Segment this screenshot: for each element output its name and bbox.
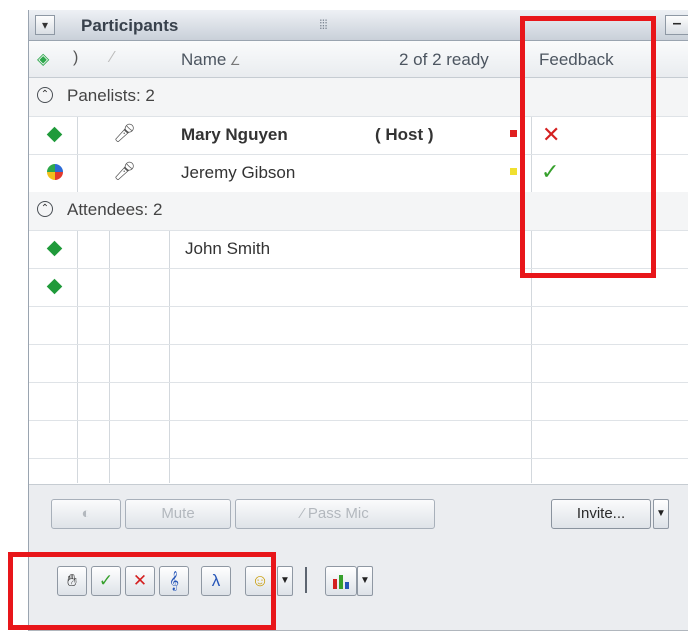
mute-button[interactable]: Mute <box>125 499 231 529</box>
microphone-icon: 🎤︎ <box>113 161 136 181</box>
emoticon-dropdown[interactable]: ▼ <box>277 566 293 596</box>
drag-grip-icon[interactable]: ⁞⁞⁞ <box>319 17 328 32</box>
poll-dropdown[interactable]: ▼ <box>357 566 373 596</box>
microphone-icon: 🎤︎ <box>113 123 136 143</box>
poll-chart-icon[interactable] <box>325 566 357 596</box>
invite-button[interactable]: Invite... <box>551 499 651 529</box>
panel-menu-button[interactable]: ▾ <box>35 15 55 35</box>
status-dot <box>510 168 517 175</box>
online-status-icon <box>46 240 63 257</box>
empty-row <box>29 344 688 383</box>
audio-sort-icon[interactable]: ) <box>73 49 78 67</box>
online-status-icon <box>46 278 63 295</box>
participant-name: Mary Nguyen <box>181 125 288 144</box>
feedback-highlight-box <box>520 16 656 278</box>
mic-sort-icon[interactable]: ⁄ <box>111 49 114 67</box>
collapse-icon[interactable]: ⌃ <box>37 201 53 217</box>
group-label: Panelists: 2 <box>67 86 155 105</box>
online-status-icon <box>46 126 63 143</box>
toolbar-separator <box>305 567 307 593</box>
host-badge: ( Host ) <box>375 125 434 144</box>
empty-row <box>29 306 688 345</box>
empty-row <box>29 420 688 459</box>
name-column-header[interactable]: Name ∠ <box>181 50 240 70</box>
empty-row <box>29 382 688 421</box>
ready-count: 2 of 2 ready <box>399 50 489 69</box>
sort-ascending-icon: ∠ <box>226 54 241 68</box>
group-label: Attendees: 2 <box>67 200 163 219</box>
toolbar-highlight-box <box>8 552 276 630</box>
minimize-button[interactable]: – <box>665 15 688 35</box>
audio-button[interactable]: ◐ <box>51 499 121 529</box>
participant-name: John Smith <box>185 239 271 258</box>
status-dot <box>510 130 517 137</box>
invite-dropdown[interactable]: ▼ <box>653 499 669 529</box>
participant-name: Jeremy Gibson <box>181 163 296 182</box>
multicolor-status-icon <box>47 164 63 180</box>
status-sort-icon[interactable]: ◈ <box>37 49 49 69</box>
action-bar: ◐ Mute ⁄ Pass Mic Invite... ▼ <box>29 484 688 545</box>
collapse-icon[interactable]: ⌃ <box>37 87 53 103</box>
pass-mic-button[interactable]: ⁄ Pass Mic <box>235 499 435 529</box>
mic-icon: ⁄ <box>301 505 308 522</box>
speaker-icon: ◐ <box>81 505 91 522</box>
panel-title: Participants <box>81 16 179 35</box>
